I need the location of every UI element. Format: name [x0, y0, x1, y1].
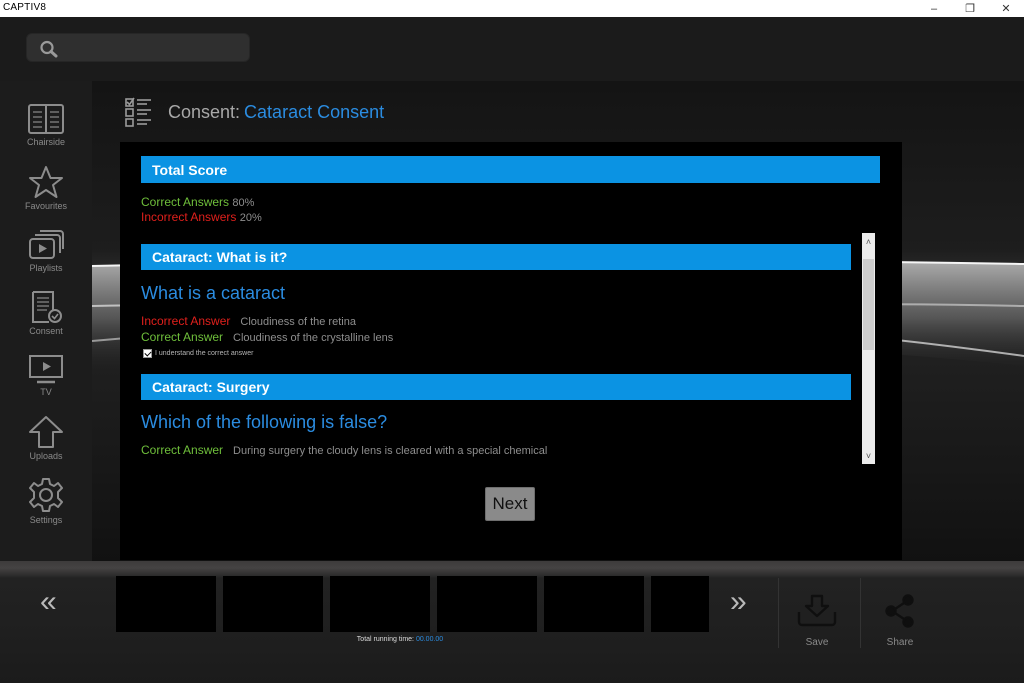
correct-answers-label: Correct Answers: [141, 195, 230, 209]
sidebar-item-uploads[interactable]: Uploads: [0, 415, 92, 475]
sidebar-item-chairside[interactable]: Chairside: [0, 103, 92, 163]
thumbnail-slot[interactable]: [116, 576, 216, 632]
double-chevron-right-icon: »: [730, 585, 747, 618]
next-page-button[interactable]: »: [730, 587, 747, 617]
search-input[interactable]: [67, 38, 242, 58]
sidebar-item-playlists[interactable]: Playlists: [0, 229, 92, 289]
app-title: CAPTIV8: [3, 2, 47, 13]
divider: [860, 578, 861, 648]
playlist-icon: [29, 230, 64, 259]
running-time-label: Total running time:: [356, 636, 414, 643]
question-title: What is a cataract: [141, 283, 286, 303]
understand-checkbox-label: I understand the correct answer: [155, 350, 254, 357]
header-prefix: Consent:: [168, 101, 241, 122]
total-score-header: Total Score: [141, 156, 880, 183]
sidebar-item-favourites[interactable]: Favourites: [0, 165, 92, 225]
chevron-down-icon: ˅: [865, 450, 872, 461]
sidebar-item-label: Settings: [29, 515, 63, 525]
scrollbar-thumb[interactable]: [863, 259, 874, 350]
sidebar-item-label: Chairside: [26, 137, 66, 147]
share-label: Share: [886, 637, 914, 648]
understand-checkbox[interactable]: [143, 349, 152, 358]
consent-document-icon: [32, 291, 62, 323]
correct-answers-value: 80%: [232, 197, 255, 209]
double-chevron-left-icon: «: [40, 585, 57, 618]
save-label: Save: [805, 637, 829, 648]
section-header: Cataract: What is it?: [141, 244, 851, 270]
divider: [778, 578, 779, 648]
section-header: Cataract: Surgery: [141, 374, 851, 400]
share-button[interactable]: Share: [870, 594, 930, 648]
consent-name: Cataract Consent: [244, 101, 385, 122]
correct-answers-row: Correct Answers 80%: [141, 195, 254, 209]
restore-icon: ❐: [965, 3, 975, 15]
minimize-button[interactable]: –: [917, 0, 951, 17]
upload-arrow-icon: [29, 416, 63, 448]
bottom-bar-edge: [0, 561, 1024, 575]
sidebar-item-label: Consent: [29, 326, 63, 336]
page-header: Consent: Cataract Consent: [124, 95, 384, 129]
minimize-icon: –: [930, 2, 938, 15]
answer-row: Correct Answer Cloudiness of the crystal…: [141, 330, 393, 344]
results-scrollbar[interactable]: ˄ ˅: [862, 233, 875, 464]
search-box[interactable]: [26, 33, 250, 62]
sidebar-item-label: Uploads: [29, 451, 63, 461]
sidebar-item-tv[interactable]: TV: [0, 353, 92, 413]
book-icon: [28, 104, 64, 134]
thumbnail-slot[interactable]: [330, 576, 430, 632]
share-icon: [885, 594, 914, 628]
next-button[interactable]: Next: [485, 487, 535, 521]
close-button[interactable]: ✕: [989, 0, 1023, 17]
answer-status-label: Correct Answer: [141, 443, 224, 457]
star-icon: [29, 166, 63, 198]
thumbnail-slot[interactable]: [544, 576, 644, 632]
sidebar-item-settings[interactable]: Settings: [0, 477, 92, 537]
answer-status-label: Correct Answer: [141, 330, 224, 344]
download-tray-icon: [797, 594, 837, 627]
incorrect-answers-label: Incorrect Answers: [141, 210, 237, 224]
checklist-icon: [125, 97, 151, 127]
title-bar: CAPTIV8 – ❐ ✕: [0, 0, 1024, 17]
answer-status-label: Incorrect Answer: [141, 314, 231, 328]
incorrect-answers-value: 20%: [239, 212, 262, 224]
maximize-button[interactable]: ❐: [953, 0, 987, 17]
sidebar-item-label: TV: [40, 387, 52, 397]
sidebar: Chairside Favourites Playlists Consent T…: [0, 81, 92, 561]
close-icon: ✕: [1001, 3, 1011, 15]
thumbnail-slot[interactable]: [651, 576, 709, 632]
previous-button[interactable]: «: [40, 587, 57, 617]
running-time-value: 00.00.00: [415, 636, 444, 643]
answer-text: During surgery the cloudy lens is cleare…: [233, 445, 548, 457]
understand-checkbox-row[interactable]: I understand the correct answer: [143, 349, 253, 358]
save-button[interactable]: Save: [787, 594, 847, 648]
answer-text: Cloudiness of the crystalline lens: [233, 332, 394, 344]
scroll-up-button[interactable]: ˄: [862, 233, 875, 250]
thumbnail-slot[interactable]: [437, 576, 537, 632]
incorrect-answers-row: Incorrect Answers 20%: [141, 210, 262, 224]
top-bar: [0, 17, 1024, 81]
answer-row: Correct Answer During surgery the cloudy…: [141, 443, 547, 457]
sidebar-item-label: Playlists: [29, 263, 63, 273]
tv-icon: [29, 355, 63, 384]
running-time: Total running time: 00.00.00: [300, 636, 500, 643]
thumbnail-slot[interactable]: [223, 576, 323, 632]
gear-icon: [29, 478, 63, 512]
question-title: Which of the following is false?: [141, 412, 388, 432]
sidebar-item-label: Favourites: [24, 201, 68, 211]
search-icon: [40, 40, 58, 58]
answer-row: Incorrect Answer Cloudiness of the retin…: [141, 314, 356, 328]
chevron-up-icon: ˄: [865, 236, 872, 247]
answer-text: Cloudiness of the retina: [240, 316, 356, 328]
sidebar-item-consent[interactable]: Consent: [0, 290, 92, 350]
scroll-down-button[interactable]: ˅: [862, 447, 875, 464]
